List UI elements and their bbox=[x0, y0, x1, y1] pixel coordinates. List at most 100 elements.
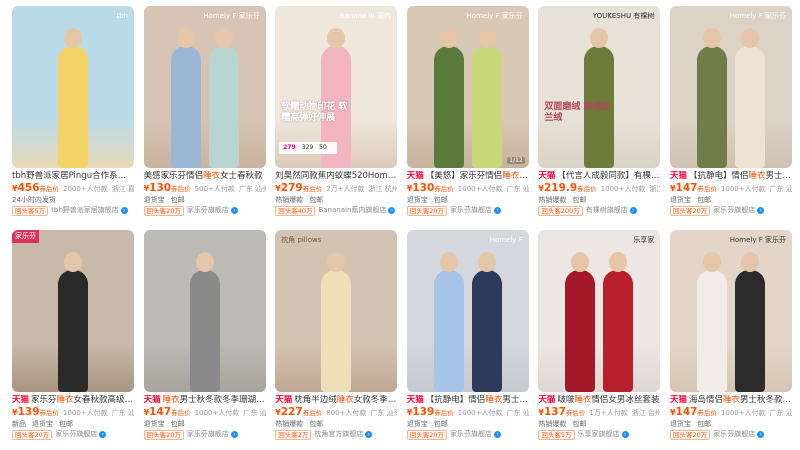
shop-name-link[interactable]: 枕角官方旗舰店 bbox=[314, 429, 363, 440]
shop-name-link[interactable]: 家乐芬旗舰店 bbox=[450, 429, 492, 440]
product-image[interactable]: tbh bbox=[12, 6, 134, 168]
product-card[interactable]: 家乐芬天猫家乐芬睡衣女春秋款高级感长袖¥139券后价1000+人付款广东 汕头新… bbox=[12, 230, 134, 448]
repeat-customer-badge: 回头客20万 bbox=[669, 429, 711, 440]
title-text: 【代言人成毅同款】有棵树 bbox=[557, 171, 660, 181]
product-title[interactable]: 美感家乐芬情侣睡衣女士春秋款 bbox=[144, 171, 266, 182]
product-image[interactable]: Banana in 蕉内 软糯动物印花 软糯高弹好伸展 279 329 50 bbox=[275, 6, 398, 168]
shop-name-link[interactable]: 家乐芬旗舰店 bbox=[55, 429, 97, 440]
shop-name-link[interactable]: 家乐芬旗舰店 bbox=[187, 205, 229, 216]
product-title[interactable]: 刘昊然同款蕉内蚁蝶520Home套装 bbox=[275, 171, 397, 182]
repeat-customer-badge: 回头客20万 bbox=[12, 429, 53, 440]
repeat-customer-badge: 回头客200万 bbox=[538, 205, 583, 216]
shop-line: 回头客200万 有棵树旗舰店 › bbox=[538, 205, 660, 216]
service-tag: 退货宝 bbox=[32, 420, 53, 428]
product-image[interactable]: 家乐芬 bbox=[12, 230, 134, 392]
promo-price-box: 279 329 50 bbox=[279, 142, 337, 154]
shop-name-link[interactable]: 家乐芬旗舰店 bbox=[713, 429, 755, 440]
seller-location: 广东 汕头 bbox=[370, 409, 398, 417]
product-image[interactable]: Homely F 家乐芬 1/12 bbox=[406, 6, 529, 168]
product-image[interactable]: Homely F 家乐芬 bbox=[143, 6, 266, 168]
price-label: 券后价 bbox=[577, 185, 597, 193]
shop-name-link[interactable]: 家乐芬旗舰店 bbox=[713, 205, 755, 216]
product-image[interactable] bbox=[143, 230, 266, 392]
seller-location: 浙江 嘉兴 bbox=[111, 185, 134, 193]
product-image[interactable]: 乐享家 bbox=[538, 230, 661, 392]
shop-enter-icon[interactable]: › bbox=[120, 207, 128, 214]
product-card[interactable]: 乐享家 天猫 啵啵睡衣情侣女男冰丝套装 ¥137券后价 1万+人付款 浙江 台州 热销爆款包… bbox=[538, 230, 661, 448]
product-card[interactable]: 枕角 pillows天猫枕角半边绒睡衣女款冬季秋冬珊瑚¥227券后价800+人付… bbox=[275, 230, 398, 448]
shop-name-link[interactable]: 乐享家旗舰店 bbox=[578, 429, 620, 440]
service-tag: 包邮 bbox=[170, 196, 185, 204]
product-title[interactable]: 天猫【抗静电】情侣睡衣男士秋冬款 bbox=[670, 171, 792, 182]
shop-enter-icon[interactable]: › bbox=[494, 207, 502, 214]
shop-line: 回头客40万 Bananain蕉内旗舰店 › bbox=[275, 205, 397, 216]
product-title[interactable]: 天猫家乐芬睡衣女春秋款高级感长袖 bbox=[12, 395, 134, 406]
shop-enter-icon[interactable]: › bbox=[365, 431, 373, 438]
brand-logo: tbh bbox=[116, 12, 128, 20]
model-head bbox=[477, 252, 496, 272]
product-card[interactable]: YOUKESHU 有棵树双面磨绒 刺绣法兰绒天猫【代言人成毅同款】有棵树睡衣情侣… bbox=[538, 6, 661, 224]
product-card[interactable]: Homely F 家乐芬 美感家乐芬情侣睡衣女士春秋款 ¥130券后价 500+人付款… bbox=[143, 6, 266, 224]
service-tag: 包邮 bbox=[572, 420, 587, 428]
model-figure bbox=[433, 270, 464, 392]
shop-name-link[interactable]: 家乐芬旗舰店 bbox=[450, 205, 492, 216]
shop-enter-icon[interactable]: › bbox=[757, 431, 765, 438]
price: ¥130 bbox=[144, 182, 172, 194]
price: ¥139 bbox=[12, 406, 40, 418]
sales-count: 1万+人付款 bbox=[589, 409, 628, 417]
shop-name-link[interactable]: 家乐芬旗舰店 bbox=[187, 429, 229, 440]
shop-enter-icon[interactable]: › bbox=[99, 431, 107, 438]
model-figure bbox=[58, 270, 88, 392]
tmall-badge: 天猫 bbox=[406, 171, 424, 181]
shop-enter-icon[interactable]: › bbox=[757, 207, 765, 214]
price: ¥279 bbox=[275, 182, 303, 194]
service-tags: 热销爆款 包邮 bbox=[275, 419, 397, 429]
shop-name-link[interactable]: 有棵树旗舰店 bbox=[586, 205, 628, 216]
product-title[interactable]: 天猫睡衣男士秋冬款冬季珊瑚绒加厚 bbox=[144, 395, 266, 406]
price-label: 券后价 bbox=[434, 409, 454, 417]
sales-count: 1000+人付款 bbox=[457, 409, 503, 417]
shop-enter-icon[interactable]: › bbox=[629, 207, 637, 214]
product-image[interactable]: Homely F 家乐芬 bbox=[669, 230, 792, 392]
product-card[interactable]: tbh tbh野兽派家居Pingu合作系列天丝 ¥456券后价 2000+人付款 浙江 … bbox=[12, 6, 134, 224]
service-tag: 热销爆款 bbox=[538, 196, 567, 204]
product-title[interactable]: 天猫【美悠】家乐芬情侣睡衣女士春秋 bbox=[407, 171, 529, 182]
model-head bbox=[176, 28, 195, 48]
product-title[interactable]: 天猫海岛情侣睡衣男士秋冬款冬季女 bbox=[670, 395, 792, 406]
product-card[interactable]: Homely F天猫【抗静电】情侣睡衣男士秋冬款¥139券后价1000+人付款广… bbox=[406, 230, 529, 448]
product-image[interactable]: Homely F bbox=[406, 230, 529, 392]
repeat-customer-badge: 回头客5万 bbox=[538, 429, 575, 440]
product-image[interactable]: 枕角 pillows bbox=[275, 230, 398, 392]
model-head bbox=[439, 252, 458, 272]
model-figures bbox=[407, 230, 529, 392]
product-card[interactable]: Homely F 家乐芬 1/12 天猫【美悠】家乐芬情侣睡衣女士春秋¥130券后价… bbox=[406, 6, 529, 224]
product-card[interactable]: 天猫睡衣男士秋冬款冬季珊瑚绒加厚¥147券后价1000+人付款广东 汕头退货宝包… bbox=[143, 230, 266, 448]
shop-enter-icon[interactable]: › bbox=[230, 431, 238, 438]
product-card[interactable]: Homely F 家乐芬天猫【抗静电】情侣睡衣男士秋冬款¥147券后价1000+… bbox=[669, 6, 792, 224]
repeat-customer-badge: 回头客20万 bbox=[406, 429, 448, 440]
title-text: 刘昊然同款蕉内蚁蝶520Home套装 bbox=[275, 171, 398, 181]
shop-enter-icon[interactable]: › bbox=[621, 431, 629, 438]
service-tag: 包邮 bbox=[572, 196, 587, 204]
product-title[interactable]: 天猫枕角半边绒睡衣女款冬季秋冬珊瑚 bbox=[275, 395, 397, 406]
service-tags: 退货宝 包邮 bbox=[670, 195, 792, 205]
shop-enter-icon[interactable]: › bbox=[388, 207, 396, 214]
product-image[interactable]: YOUKESHU 有棵树 双面磨绒 刺绣法兰绒 bbox=[538, 6, 661, 168]
seller-location: 浙江 台州 bbox=[631, 409, 661, 417]
shop-enter-icon[interactable]: › bbox=[230, 207, 238, 214]
model-head bbox=[740, 28, 759, 48]
product-title[interactable]: 天猫 啵啵睡衣情侣女男冰丝套装 bbox=[538, 395, 660, 406]
model-head bbox=[702, 28, 721, 48]
product-title[interactable]: 天猫【代言人成毅同款】有棵树睡衣情侣 bbox=[538, 171, 660, 182]
model-head bbox=[327, 252, 346, 272]
product-card[interactable]: Homely F 家乐芬天猫海岛情侣睡衣男士秋冬款冬季女¥147券后价1000+… bbox=[669, 230, 792, 448]
service-tag: 热销爆款 bbox=[275, 196, 304, 204]
shop-enter-icon[interactable]: › bbox=[494, 431, 502, 438]
price-label: 券后价 bbox=[302, 409, 323, 417]
product-title[interactable]: 天猫【抗静电】情侣睡衣男士秋冬款 bbox=[407, 395, 529, 406]
product-title[interactable]: tbh野兽派家居Pingu合作系列天丝 bbox=[12, 171, 134, 182]
product-card[interactable]: Banana in 蕉内 软糯动物印花 软糯高弹好伸展 279 329 50 刘昊然同款蕉… bbox=[275, 6, 398, 224]
shop-name-link[interactable]: Bananain蕉内旗舰店 bbox=[318, 205, 386, 216]
product-image[interactable]: Homely F 家乐芬 bbox=[669, 6, 792, 168]
shop-name-link[interactable]: tbh野兽派家居旗舰店 bbox=[51, 205, 119, 216]
